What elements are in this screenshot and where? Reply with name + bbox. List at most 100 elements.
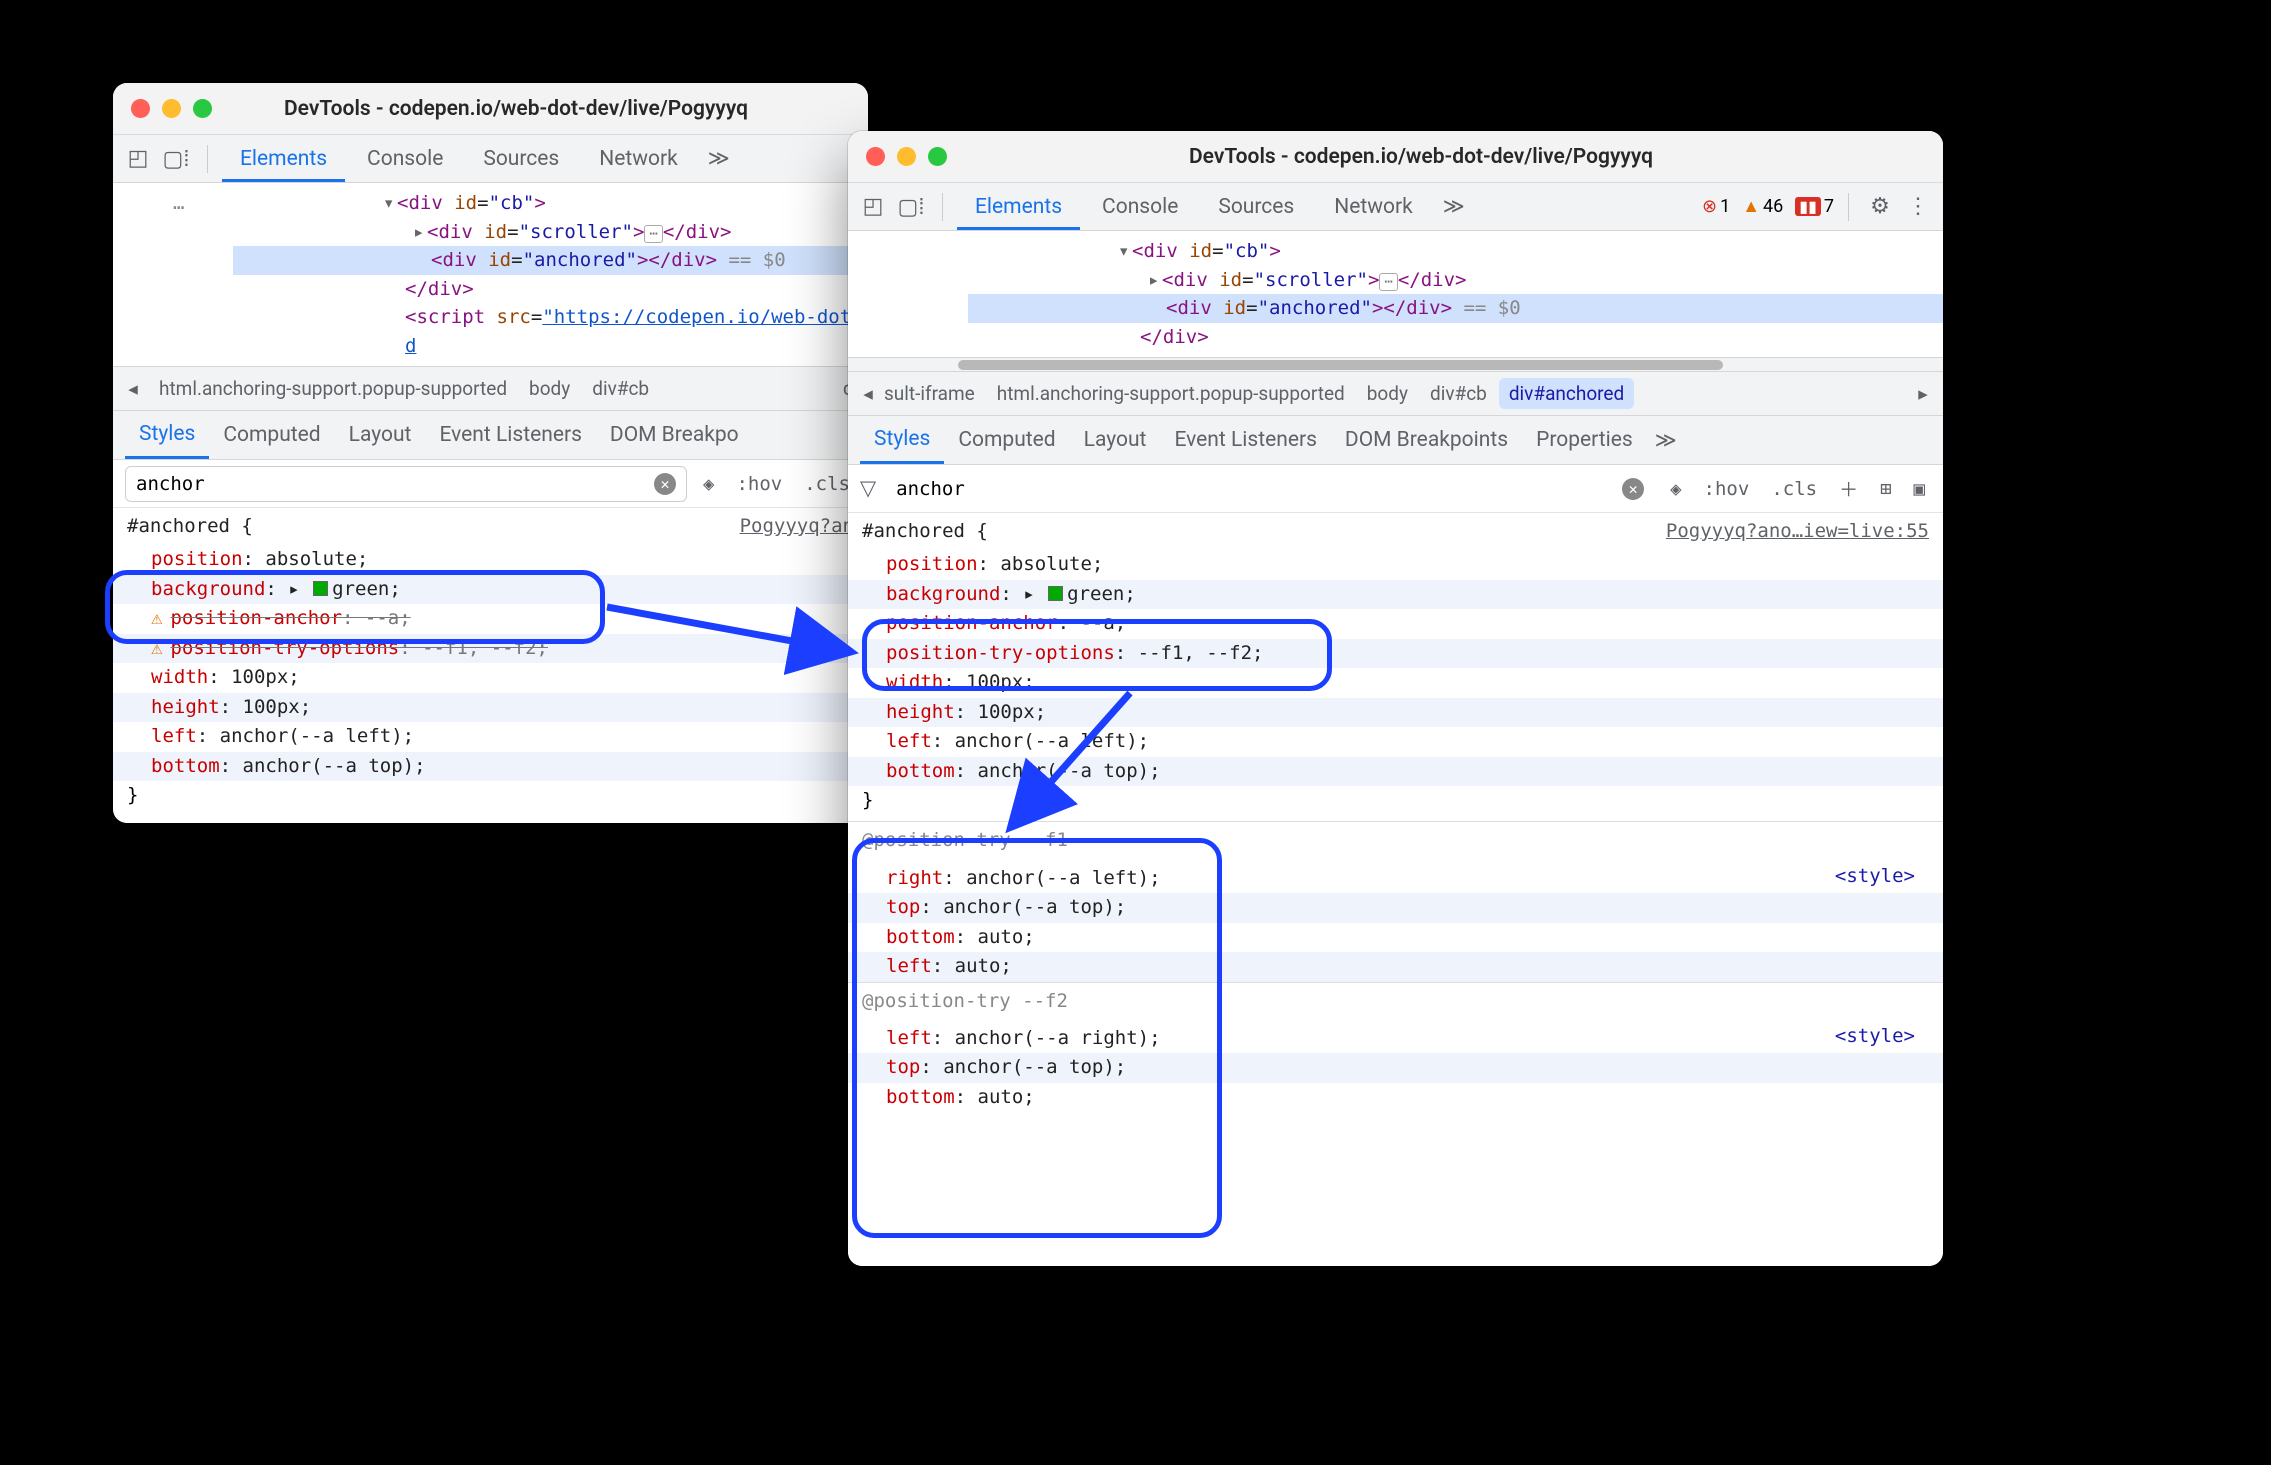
selected-marker: == $0 [717,249,786,271]
css-declaration[interactable]: left: anchor(--a left); [113,722,868,751]
inspect-icon[interactable]: ◰ [121,146,155,171]
attr-value: "scroller" [1254,269,1368,291]
cls-button[interactable]: .cls [1765,476,1823,502]
main-tab-bar: ◰ ▢⁞ Elements Console Sources Network ≫ [113,135,868,183]
filter-input[interactable]: anchor ✕ [125,466,687,502]
crumb[interactable]: body [519,373,580,404]
elements-tree[interactable]: … ▾<div id="cb"> ▸<div id="scroller">⋯</… [113,183,868,366]
minimize-icon[interactable] [897,147,916,166]
subtab-computed[interactable]: Computed [209,411,334,459]
css-declaration[interactable]: position-try-options: --f1, --f2; [848,639,1943,668]
css-declaration[interactable]: position: absolute; [848,550,1943,579]
crumb-prev-icon[interactable]: ◂ [854,382,882,405]
subtab-layout[interactable]: Layout [1070,416,1161,464]
horizontal-scrollbar[interactable] [848,357,1943,371]
subtab-properties[interactable]: Properties [1522,416,1647,464]
tab-sources[interactable]: Sources [1200,183,1312,230]
subtab-computed[interactable]: Computed [944,416,1069,464]
tab-elements[interactable]: Elements [222,135,345,182]
panel-toggle-icon[interactable]: ▣ [1908,476,1931,502]
css-declaration[interactable]: bottom: auto; [848,923,1943,952]
selected-marker: == $0 [1452,297,1521,319]
css-declaration[interactable]: bottom: anchor(--a top); [113,752,868,781]
issues-icon[interactable]: ▮▮ [1795,197,1821,216]
more-tabs-icon[interactable]: ≫ [700,146,738,171]
more-subtabs-icon[interactable]: ≫ [1647,428,1685,453]
layers-icon[interactable]: ◈ [1664,476,1687,502]
crumb[interactable]: body [1357,378,1418,409]
maximize-icon[interactable] [928,147,947,166]
source-link[interactable]: Pogyyyq?ano…iew=live:55 [1666,517,1929,546]
at-rule-header[interactable]: @position-try --f2 [848,983,1943,1020]
subtab-events[interactable]: Event Listeners [1160,416,1330,464]
styles-tab-bar: Styles Computed Layout Event Listeners D… [848,415,1943,465]
css-declaration[interactable]: background: ▸ green; [848,580,1943,609]
layers-icon[interactable]: ◈ [697,471,720,497]
window-titlebar[interactable]: DevTools - codepen.io/web-dot-dev/live/P… [848,131,1943,183]
window-titlebar[interactable]: DevTools - codepen.io/web-dot-dev/live/P… [113,83,868,135]
css-declaration[interactable]: left: auto; [848,952,1943,981]
elements-tree[interactable]: ▾<div id="cb"> ▸<div id="scroller">⋯</di… [848,231,1943,357]
settings-icon[interactable]: ⚙ [1863,194,1897,219]
source-link[interactable]: <style> [1835,862,1929,891]
tab-network[interactable]: Network [581,135,696,182]
tab-console[interactable]: Console [1084,183,1196,230]
close-icon[interactable] [131,99,150,118]
crumb[interactable]: sult-iframe [884,378,985,409]
filter-input[interactable]: anchor ✕ [886,471,1654,507]
subtab-layout[interactable]: Layout [335,411,426,459]
kebab-icon[interactable]: ⋮ [1901,194,1935,219]
breadcrumb: ◂ sult-iframe html.anchoring-support.pop… [848,371,1943,415]
hov-button[interactable]: :hov [730,471,788,497]
close-icon[interactable] [866,147,885,166]
filter-icon: ▽ [860,476,876,501]
crumb[interactable]: div#cb [1420,378,1497,409]
source-link[interactable]: <style> [1835,1022,1929,1051]
device-icon[interactable]: ▢⁞ [159,146,193,172]
css-declaration[interactable]: bottom: auto; [848,1083,1943,1112]
css-declaration[interactable]: left: anchor(--a right); [848,1024,1943,1053]
maximize-icon[interactable] [193,99,212,118]
selector-text[interactable]: #anchored { [127,512,253,541]
inspect-icon[interactable]: ◰ [856,194,890,219]
subtab-styles[interactable]: Styles [125,411,209,459]
device-icon[interactable]: ▢⁞ [894,194,928,220]
css-declaration[interactable]: top: anchor(--a top); [848,1053,1943,1082]
crumb-prev-icon[interactable]: ◂ [119,377,147,400]
source-link[interactable]: Pogyyyq?an [740,512,854,541]
subtab-events[interactable]: Event Listeners [425,411,595,459]
annotation-arrow-icon [985,688,1145,848]
subtab-dom[interactable]: DOM Breakpo [596,411,753,459]
crumb[interactable]: html.anchoring-support.popup-supported [987,378,1355,409]
css-declaration[interactable]: right: anchor(--a left); [848,864,1943,893]
attr-value: "anchored" [523,249,637,271]
window-title: DevTools - codepen.io/web-dot-dev/live/P… [997,145,1845,169]
crumb[interactable]: html.anchoring-support.popup-supported [149,373,517,404]
styles-pane[interactable]: #anchored { Pogyyyq?ano…iew=live:55 posi… [848,513,1943,1266]
subtab-styles[interactable]: Styles [860,416,944,464]
tab-sources[interactable]: Sources [465,135,577,182]
subtab-dom[interactable]: DOM Breakpoints [1331,416,1522,464]
hov-button[interactable]: :hov [1698,476,1756,502]
clear-filter-icon[interactable]: ✕ [1622,478,1644,500]
css-declaration[interactable]: top: anchor(--a top); [848,893,1943,922]
clear-filter-icon[interactable]: ✕ [654,473,676,495]
tab-console[interactable]: Console [349,135,461,182]
css-declaration[interactable]: position-anchor: --a; [848,609,1943,638]
crumb[interactable]: div#anchored [1499,378,1634,409]
minimize-icon[interactable] [162,99,181,118]
rule-close: } [113,781,868,810]
crumb[interactable]: div#cb [582,373,659,404]
css-declaration[interactable]: height: 100px; [113,693,868,722]
toggle-computed-icon[interactable]: ⊞ [1874,476,1897,502]
close-tag: </div> [405,278,474,300]
tab-elements[interactable]: Elements [957,183,1080,230]
more-tabs-icon[interactable]: ≫ [1435,194,1473,219]
warning-icon[interactable]: ▲ [1742,196,1760,217]
selector-text[interactable]: #anchored { [862,517,988,546]
tab-network[interactable]: Network [1316,183,1431,230]
crumb-next-icon[interactable]: ▸ [1909,382,1937,405]
add-rule-icon[interactable]: ＋ [1833,473,1864,504]
error-icon[interactable]: ⊗ [1702,196,1717,217]
filter-text-value: anchor [136,473,205,495]
